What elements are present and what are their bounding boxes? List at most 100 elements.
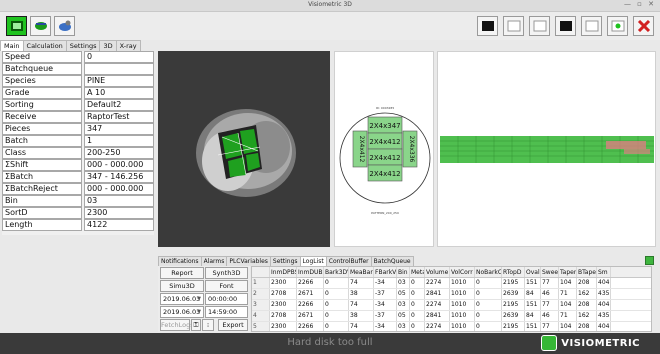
tab-notifications[interactable]: Notifications — [158, 256, 202, 266]
start-time-field[interactable]: 00:00:00 — [205, 293, 248, 305]
view-dark-2-button[interactable] — [555, 16, 576, 36]
table-cell: 71 — [559, 311, 577, 321]
column-header[interactable]: Metal — [410, 267, 425, 277]
table-row[interactable]: 1 2300 2266 0 74 -34 03 0 2274 1010 0 2195 151 77 104 2… — [252, 278, 651, 289]
column-header[interactable]: NoBarkCr — [475, 267, 502, 277]
param-value: 000 - 000.000 — [84, 159, 154, 171]
tab-batchqueue[interactable]: BatchQueue — [370, 256, 414, 266]
tab-3d[interactable]: 3D — [99, 40, 117, 51]
end-date-field[interactable]: 2019.06.03 ▼ — [160, 306, 204, 318]
table-cell: 2274 — [425, 300, 450, 310]
table-row[interactable]: 2 2708 2671 0 38 -37 05 0 2841 1010 0 2639 84 46 71 162… — [252, 289, 651, 300]
view-dark-1-button[interactable] — [477, 16, 498, 36]
param-row: ΣShift 000 - 000.000 — [2, 159, 154, 171]
start-date-field[interactable]: 2019.06.03 ▼ — [160, 293, 204, 305]
sparkle-icon — [611, 20, 624, 32]
table-cell: 2671 — [297, 311, 324, 321]
tab-settings[interactable]: Settings — [65, 40, 101, 51]
table-row[interactable]: 3 2300 2266 0 74 -34 03 0 2274 1010 0 2195 151 77 104 2… — [252, 300, 651, 311]
table-cell: 2841 — [425, 311, 450, 321]
table-cell: 0 — [410, 322, 425, 331]
spinner-icon: ⁝ — [206, 321, 210, 329]
table-cell: 2266 — [297, 322, 324, 331]
table-cell: 05 — [397, 289, 410, 299]
column-header[interactable]: Sweep — [541, 267, 559, 277]
table-cell: 2266 — [297, 300, 324, 310]
view-star-button[interactable] — [607, 16, 628, 36]
dark-view-icon — [481, 21, 494, 31]
tab-controlbuffer[interactable]: ControlBuffer — [325, 256, 372, 266]
table-row[interactable]: 4 2708 2671 0 38 -37 05 0 2841 1010 0 2639 84 46 71 162… — [252, 311, 651, 322]
table-cell: 104 — [559, 278, 577, 288]
tab-loglist[interactable]: LogList — [299, 256, 327, 266]
tab-plcvariables[interactable]: PLCVariables — [226, 256, 271, 266]
column-header[interactable]: RTopD — [502, 267, 525, 277]
view-light-3-button[interactable] — [581, 16, 602, 36]
end-time-field[interactable]: 14:59:00 — [205, 306, 248, 318]
table-cell: 03 — [397, 300, 410, 310]
column-header[interactable]: Volume — [425, 267, 450, 277]
synth3d-button[interactable]: Synth3D — [205, 267, 248, 279]
column-header[interactable]: InmDUBSE — [297, 267, 324, 277]
column-header[interactable]: Oval — [525, 267, 541, 277]
table-cell: 2195 — [502, 300, 525, 310]
dark-view-icon — [559, 21, 572, 31]
simu3d-button[interactable]: Simu3D — [160, 280, 204, 292]
table-cell: 74 — [349, 322, 374, 331]
table-cell: 208 — [577, 300, 597, 310]
view-light-1-button[interactable] — [503, 16, 524, 36]
param-value: PINE — [84, 75, 154, 87]
font-button[interactable]: Font — [205, 280, 248, 292]
column-header[interactable]: BTaper — [577, 267, 597, 277]
column-header[interactable]: Bark3DV — [324, 267, 349, 277]
lock-button[interactable]: ⚿ — [191, 319, 201, 331]
table-cell: -37 — [374, 311, 397, 321]
tab-main[interactable]: Main — [0, 40, 24, 51]
export-button[interactable]: Export — [218, 319, 248, 331]
scan-mode-button[interactable] — [30, 16, 51, 36]
table-cell: 104 — [559, 322, 577, 331]
table-row[interactable]: 5 2300 2266 0 74 -34 03 0 2274 1010 0 2195 151 77 104 2… — [252, 322, 651, 331]
settings-mode-button[interactable] — [54, 16, 75, 36]
table-cell: 03 — [397, 322, 410, 331]
param-label: ΣShift — [2, 159, 82, 171]
param-label: Length — [2, 219, 82, 231]
tab-calculation[interactable]: Calculation — [22, 40, 67, 51]
column-header[interactable]: Taper — [559, 267, 577, 277]
tab-alarms[interactable]: Alarms — [200, 256, 228, 266]
row-controls-header[interactable] — [252, 267, 270, 277]
column-header[interactable]: FBarkV — [374, 267, 397, 277]
tab-settings-bottom[interactable]: Settings — [269, 256, 301, 266]
log-list-table[interactable]: InmDPBSEInmDUBSEBark3DVMeaBarkFBarkVBinM… — [251, 266, 652, 332]
tab-xray[interactable]: X-ray — [115, 40, 141, 51]
table-cell: 151 — [525, 322, 541, 331]
column-header[interactable]: VolCorr — [450, 267, 475, 277]
log-3d-view[interactable] — [158, 51, 330, 247]
table-cell: 77 — [541, 322, 559, 331]
defect-map-view[interactable] — [437, 51, 656, 247]
table-cell: 2274 — [425, 278, 450, 288]
table-cell: 2266 — [297, 278, 324, 288]
report-button[interactable]: Report — [160, 267, 204, 279]
view-light-2-button[interactable] — [529, 16, 550, 36]
column-header[interactable]: Bin — [397, 267, 410, 277]
column-header[interactable]: MeaBark — [349, 267, 374, 277]
close-button[interactable] — [633, 16, 654, 36]
table-cell: 74 — [349, 278, 374, 288]
fetch-logs-button[interactable]: FetchLogs — [160, 319, 194, 331]
log-mode-button[interactable] — [6, 16, 27, 36]
window-controls[interactable]: — ▫ ✕ — [624, 0, 656, 8]
table-cell: 0 — [324, 322, 349, 331]
table-cell: -34 — [374, 300, 397, 310]
spin-button[interactable]: ⁝ — [202, 319, 214, 331]
param-value: 347 - 146.256 — [84, 171, 154, 183]
param-row: Length 4122 — [2, 219, 154, 231]
column-header[interactable]: Sm — [597, 267, 611, 277]
cutting-pattern-view[interactable]: ID: 0003285 2X4x347 2X4x412 2X4x412 2X4x… — [334, 51, 434, 247]
row-number: 5 — [252, 322, 270, 331]
table-cell: 404 — [598, 278, 611, 288]
column-header[interactable]: InmDPBSE — [270, 267, 297, 277]
panel-toggle-button[interactable] — [645, 256, 654, 265]
param-row: SortD 2300 — [2, 207, 154, 219]
brand-logo: VISIOMETRIC — [541, 335, 640, 351]
